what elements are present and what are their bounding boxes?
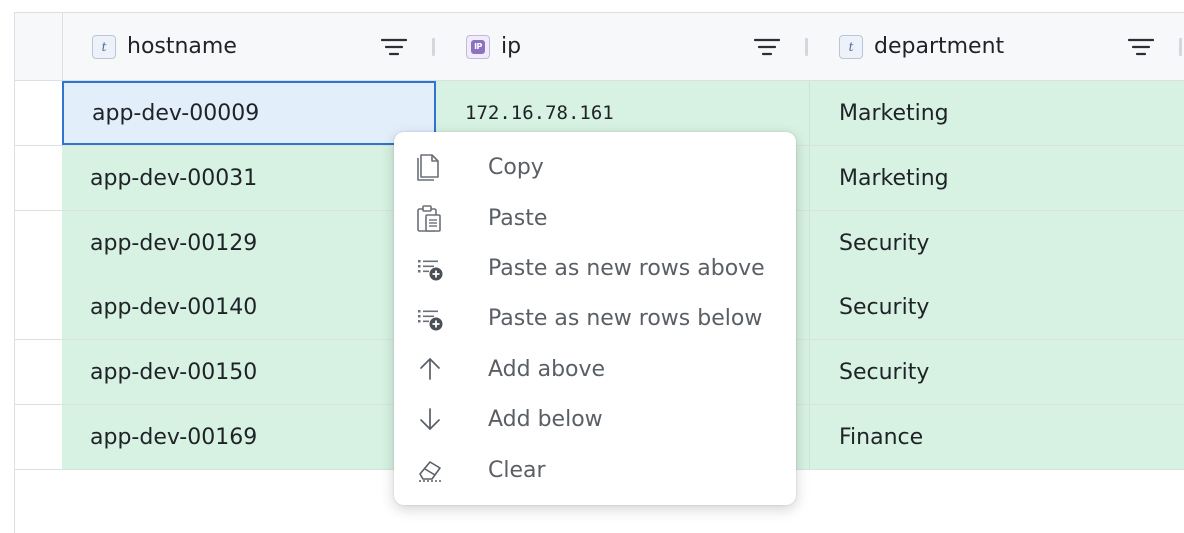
text-type-icon: t [839, 34, 863, 59]
copy-icon [417, 154, 439, 181]
menu-item-copy[interactable]: Copy [394, 142, 796, 192]
menu-item-clear[interactable]: Clear [394, 445, 796, 495]
paste-rows-above-icon [418, 260, 443, 281]
department-cell[interactable]: Security [810, 275, 1184, 339]
menu-item-label: Add below [488, 406, 603, 432]
row-gutter[interactable] [15, 275, 63, 339]
ip-type-icon: IP [466, 34, 490, 59]
column-resize-handle[interactable] [805, 38, 808, 56]
menu-item-paste-rows-above[interactable]: Paste as new rows above [394, 243, 796, 293]
column-header-department[interactable]: t department [810, 13, 1184, 80]
arrow-down-icon [420, 408, 440, 430]
menu-item-paste-rows-below[interactable]: Paste as new rows below [394, 293, 796, 343]
menu-item-label: Paste [488, 205, 548, 231]
row-gutter[interactable] [15, 81, 63, 145]
row-gutter[interactable] [15, 340, 63, 404]
filter-icon[interactable] [754, 37, 780, 57]
department-cell[interactable]: Marketing [810, 146, 1184, 210]
ip-type-label: IP [471, 39, 485, 54]
row-gutter[interactable] [15, 405, 63, 469]
hostname-cell[interactable]: app-dev-00140 [62, 275, 436, 339]
filter-icon[interactable] [381, 37, 407, 57]
department-cell[interactable]: Security [810, 211, 1184, 275]
menu-item-add-below[interactable]: Add below [394, 394, 796, 444]
menu-item-label: Add above [488, 356, 606, 382]
context-menu: Copy Paste Paste as new rows above Paste… [394, 132, 796, 505]
eraser-icon [419, 461, 441, 482]
filter-icon[interactable] [1128, 37, 1154, 57]
grid-header: t hostname IP ip t department [15, 13, 1184, 81]
row-gutter[interactable] [15, 146, 63, 210]
hostname-cell[interactable]: app-dev-00129 [62, 211, 436, 275]
menu-item-label: Paste as new rows above [488, 255, 765, 281]
arrow-up-icon [420, 358, 440, 380]
column-name: department [874, 34, 1005, 59]
department-cell[interactable]: Security [810, 340, 1184, 404]
row-gutter-header [15, 13, 63, 80]
hostname-cell[interactable]: app-dev-00150 [62, 340, 436, 404]
paste-icon [417, 205, 441, 232]
menu-item-add-above[interactable]: Add above [394, 344, 796, 394]
menu-item-paste[interactable]: Paste [394, 193, 796, 243]
department-cell[interactable]: Finance [810, 405, 1184, 469]
hostname-cell[interactable]: app-dev-00169 [62, 405, 436, 469]
menu-item-label: Copy [488, 154, 544, 180]
menu-item-label: Clear [488, 457, 546, 483]
text-type-icon: t [92, 34, 116, 59]
column-header-ip[interactable]: IP ip [437, 13, 810, 80]
department-cell[interactable]: Marketing [810, 81, 1184, 145]
hostname-cell[interactable]: app-dev-00009 [62, 81, 436, 145]
column-name: hostname [127, 34, 237, 59]
column-name: ip [501, 34, 522, 59]
column-header-hostname[interactable]: t hostname [63, 13, 436, 80]
column-resize-handle[interactable] [1179, 38, 1182, 56]
column-resize-handle[interactable] [432, 38, 435, 56]
row-gutter[interactable] [15, 211, 63, 275]
paste-rows-below-icon [418, 310, 443, 331]
hostname-cell[interactable]: app-dev-00031 [62, 146, 436, 210]
menu-item-label: Paste as new rows below [488, 305, 763, 331]
